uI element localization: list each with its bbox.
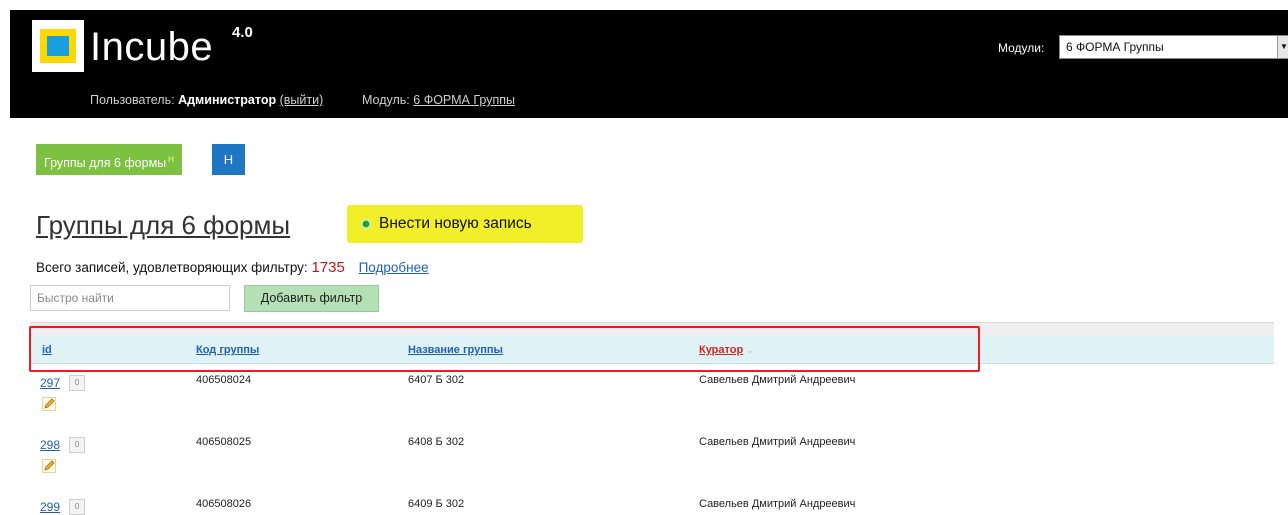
dropdown-arrow-icon[interactable]: ▼ bbox=[1277, 36, 1288, 58]
row-curator: Савельев Дмитрий Андреевич bbox=[699, 374, 856, 386]
page-title[interactable]: Группы для 6 формы bbox=[36, 210, 290, 240]
row-count-badge[interactable]: 0 bbox=[69, 375, 85, 391]
column-header-curator-label: Куратор bbox=[699, 344, 744, 356]
incube-logo[interactable] bbox=[32, 20, 84, 72]
tab-groups-badge: Н bbox=[168, 155, 174, 164]
table-top-bar bbox=[30, 322, 1274, 337]
row-count-badge[interactable]: 0 bbox=[69, 437, 85, 453]
row-name: 6408 Б 302 bbox=[408, 436, 465, 448]
user-info: Пользователь: Администратор (выйти) bbox=[90, 93, 323, 107]
tab-new[interactable]: Н bbox=[212, 144, 245, 175]
logout-link[interactable]: (выйти) bbox=[280, 93, 324, 107]
row-curator: Савельев Дмитрий Андреевич bbox=[699, 498, 856, 510]
pencil-icon[interactable] bbox=[42, 459, 56, 473]
quick-search-input[interactable] bbox=[30, 285, 230, 311]
tab-groups-label: Группы для 6 формы bbox=[44, 156, 167, 171]
row-curator: Савельев Дмитрий Андреевич bbox=[699, 436, 856, 448]
table-row: 298 0 406508025 6408 Б 302 Савельев Дмит… bbox=[30, 426, 1274, 489]
pencil-icon[interactable] bbox=[42, 397, 56, 411]
row-id-link[interactable]: 297 bbox=[40, 376, 60, 390]
user-name: Администратор bbox=[178, 93, 277, 107]
row-count-badge[interactable]: 0 bbox=[69, 499, 85, 515]
module-link[interactable]: 6 ФОРМА Группы bbox=[413, 93, 515, 107]
add-record-button[interactable]: Внести новую запись bbox=[347, 205, 583, 243]
add-filter-button[interactable]: Добавить фильтр bbox=[244, 285, 379, 312]
caret-down-icon: ⌄ bbox=[746, 345, 754, 355]
logo-square-blue bbox=[47, 36, 69, 56]
filter-summary: Всего записей, удовлетворяющих фильтру: … bbox=[36, 259, 429, 276]
row-name: 6409 Б 302 bbox=[408, 498, 465, 510]
summary-text: Всего записей, удовлетворяющих фильтру: bbox=[36, 260, 308, 275]
column-header-curator[interactable]: Куратор ⌄ bbox=[699, 344, 754, 356]
brand-version: 4.0 bbox=[232, 24, 253, 41]
brand-name: Incube bbox=[90, 25, 214, 69]
column-header-code[interactable]: Код группы bbox=[196, 344, 259, 356]
module-info: Модуль: 6 ФОРМА Группы bbox=[362, 93, 515, 107]
row-code: 406508024 bbox=[196, 374, 252, 386]
table-header: id Код группы Название группы Куратор ⌄ bbox=[30, 336, 1274, 364]
column-header-name[interactable]: Название группы bbox=[408, 344, 503, 356]
modules-select-value: 6 ФОРМА Группы bbox=[1066, 40, 1164, 54]
user-prefix: Пользователь: bbox=[90, 93, 175, 107]
table-row: 297 0 406508024 6407 Б 302 Савельев Дмит… bbox=[30, 364, 1274, 427]
modules-label: Модули: bbox=[998, 41, 1045, 55]
row-code: 406508025 bbox=[196, 436, 252, 448]
record-count: 1735 bbox=[311, 259, 345, 276]
row-name: 6407 Б 302 bbox=[408, 374, 465, 386]
add-record-label: Внести новую запись bbox=[379, 215, 532, 232]
logo-square-yellow bbox=[40, 29, 76, 63]
row-id-link[interactable]: 298 bbox=[40, 438, 60, 452]
column-header-id[interactable]: id bbox=[42, 344, 52, 356]
module-prefix: Модуль: bbox=[362, 93, 410, 107]
details-link[interactable]: Подробнее bbox=[359, 260, 429, 275]
green-circle-icon bbox=[361, 219, 371, 229]
modules-select[interactable]: 6 ФОРМА Группы ▼ bbox=[1059, 35, 1288, 59]
tab-groups[interactable]: Группы для 6 формы Н bbox=[36, 144, 182, 175]
top-header: Incube 4.0 Пользователь: Администратор (… bbox=[10, 10, 1288, 118]
table-row: 299 0 406508026 6409 Б 302 Савельев Дмит… bbox=[30, 488, 1274, 515]
row-code: 406508026 bbox=[196, 498, 252, 510]
